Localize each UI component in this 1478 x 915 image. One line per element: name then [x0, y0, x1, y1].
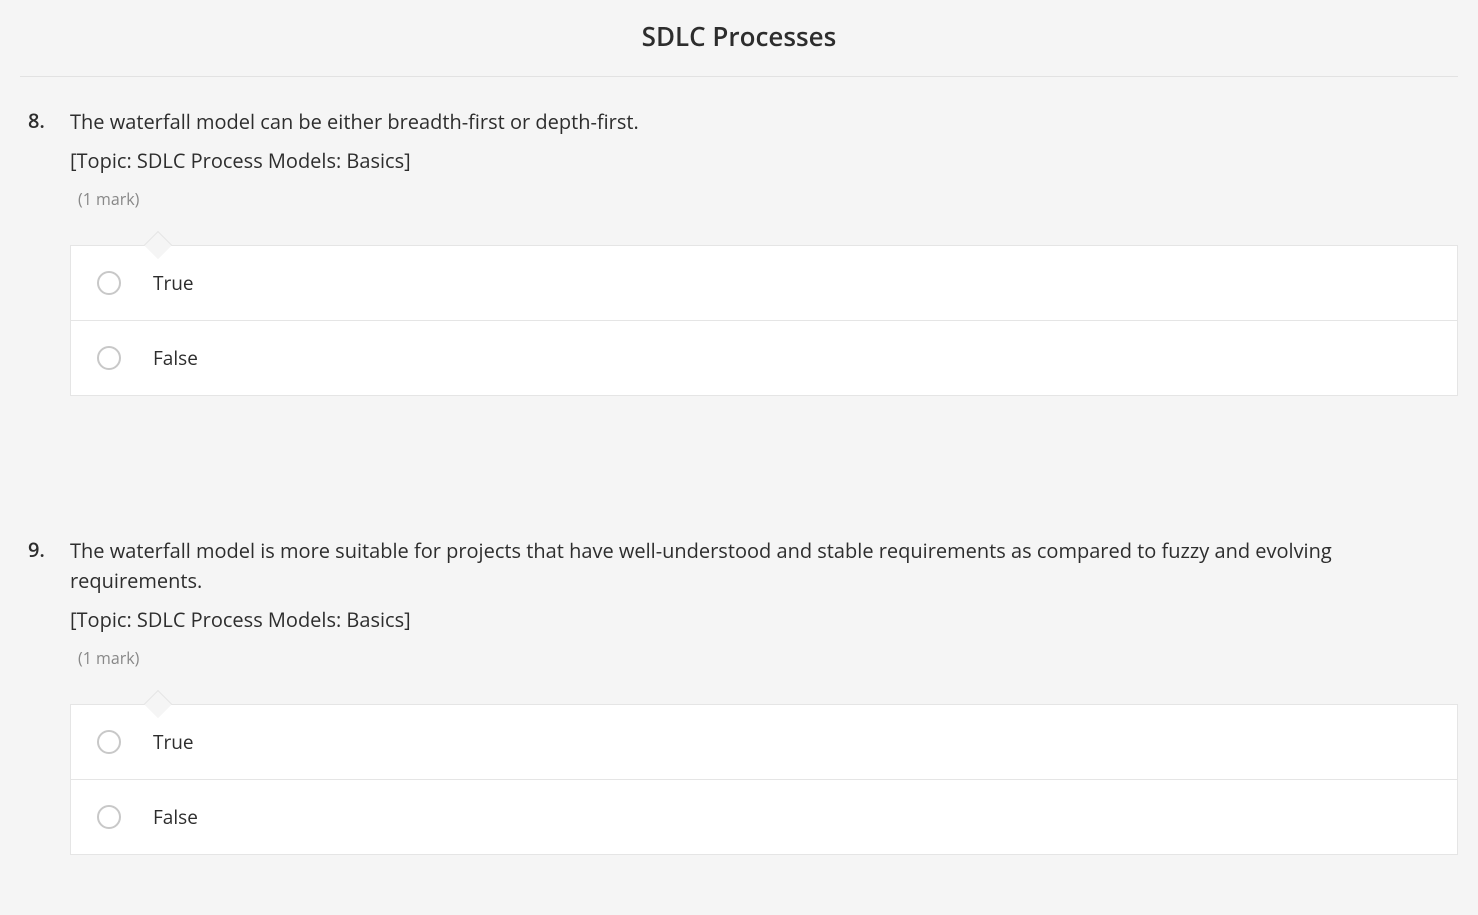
options-list: True False: [70, 704, 1458, 855]
option-false[interactable]: False: [70, 780, 1458, 855]
question-body: The waterfall model can be either breadt…: [70, 107, 1458, 396]
radio-icon[interactable]: [97, 805, 121, 829]
question-block-9: 9. The waterfall model is more suitable …: [0, 456, 1478, 915]
option-label: True: [153, 270, 194, 296]
radio-icon[interactable]: [97, 346, 121, 370]
option-true[interactable]: True: [70, 245, 1458, 321]
question-marks: (1 mark): [78, 647, 1458, 669]
page-header: SDLC Processes: [20, 0, 1458, 77]
radio-icon[interactable]: [97, 271, 121, 295]
question-number: 8.: [28, 107, 52, 134]
option-label: False: [153, 804, 198, 830]
radio-icon[interactable]: [97, 730, 121, 754]
option-false[interactable]: False: [70, 321, 1458, 396]
option-true[interactable]: True: [70, 704, 1458, 780]
question-marks: (1 mark): [78, 188, 1458, 210]
question-text: The waterfall model is more suitable for…: [70, 536, 1458, 596]
options-list: True False: [70, 245, 1458, 396]
question-header: 9. The waterfall model is more suitable …: [28, 536, 1458, 855]
question-body: The waterfall model is more suitable for…: [70, 536, 1458, 855]
question-topic: [Topic: SDLC Process Models: Basics]: [70, 606, 1458, 633]
option-label: False: [153, 345, 198, 371]
question-text: The waterfall model can be either breadt…: [70, 107, 1458, 137]
question-block-8: 8. The waterfall model can be either bre…: [0, 77, 1478, 456]
question-topic: [Topic: SDLC Process Models: Basics]: [70, 147, 1458, 174]
page-title: SDLC Processes: [20, 18, 1458, 54]
question-number: 9.: [28, 536, 52, 563]
question-header: 8. The waterfall model can be either bre…: [28, 107, 1458, 396]
option-label: True: [153, 729, 194, 755]
